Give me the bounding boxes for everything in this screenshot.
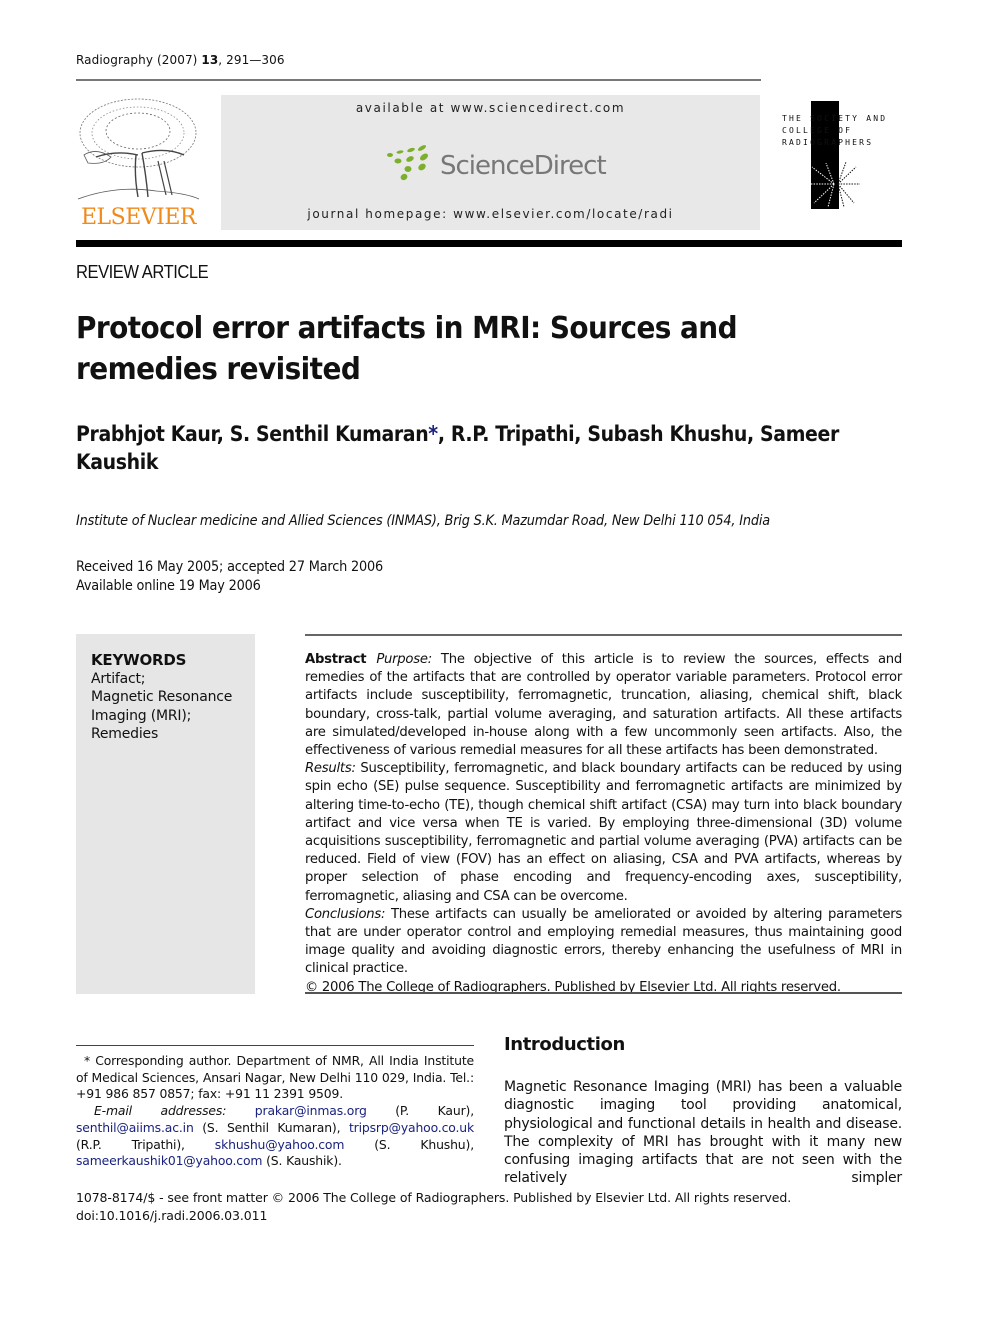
abstract-copyright: © 2006 The College of Radiographers. Pub… bbox=[305, 979, 841, 995]
corresponding-author-marker[interactable]: * bbox=[428, 422, 438, 446]
email-link[interactable]: skhushu@yahoo.com bbox=[215, 1137, 345, 1152]
email-owner: (P. Kaur), bbox=[366, 1103, 474, 1119]
purpose-text: The objective of this article is to revi… bbox=[305, 652, 902, 759]
available-at-link[interactable]: available at www.sciencedirect.com bbox=[221, 101, 760, 115]
affiliation: Institute of Nuclear medicine and Allied… bbox=[76, 513, 770, 529]
keyword-item: Remedies bbox=[91, 726, 159, 742]
email-link[interactable]: tripsrp@yahoo.co.uk bbox=[349, 1120, 474, 1135]
journal-homepage-link[interactable]: journal homepage: www.elsevier.com/locat… bbox=[221, 207, 760, 221]
results-label: Results: bbox=[305, 761, 356, 777]
conclusions-label: Conclusions: bbox=[305, 906, 386, 922]
results-text: Susceptibility, ferromagnetic, and black… bbox=[305, 761, 902, 904]
abstract-label: Abstract bbox=[305, 652, 367, 667]
front-matter-note: 1078-8174/$ - see front matter © 2006 Th… bbox=[76, 1189, 791, 1225]
email-link[interactable]: senthil@aiims.ac.in bbox=[76, 1120, 194, 1135]
elsevier-tree-icon bbox=[77, 98, 200, 200]
sciencedirect-wordmark: ScienceDirect bbox=[440, 151, 607, 181]
sciencedirect-banner: available at www.sciencedirect.com Scien… bbox=[221, 95, 760, 230]
header-divider bbox=[76, 79, 761, 81]
sciencedirect-dots-icon bbox=[387, 145, 429, 181]
abstract-purpose: Abstract Purpose: The objective of this a… bbox=[305, 651, 902, 760]
email-owner: (S. Khushu), bbox=[344, 1136, 474, 1152]
email-owner: (S. Kaushik). bbox=[262, 1153, 342, 1169]
purpose-label: Purpose: bbox=[376, 652, 432, 667]
keywords-box: KEYWORDS Artifact; Magnetic Resonance Im… bbox=[76, 634, 255, 994]
abstract-conclusions: Conclusions: These artifacts can usually… bbox=[305, 906, 902, 979]
sciencedirect-logo[interactable]: ScienceDirect bbox=[386, 145, 607, 185]
issn-line: 1078-8174/$ - see front matter © 2006 Th… bbox=[76, 1190, 792, 1205]
masthead-divider bbox=[76, 240, 902, 247]
keyword-item: Artifact; bbox=[91, 670, 146, 687]
keyword-item: Magnetic Resonance Imaging (MRI); bbox=[91, 689, 233, 724]
keywords-heading: KEYWORDS bbox=[91, 651, 187, 669]
email-link[interactable]: sameerkaushik01@yahoo.com bbox=[76, 1153, 262, 1168]
conclusions-text: These artifacts can usually be ameliorat… bbox=[305, 906, 902, 977]
elsevier-wordmark: ELSEVIER bbox=[80, 205, 197, 230]
citation-pages: , 291—306 bbox=[218, 53, 285, 67]
citation-volume: 13 bbox=[201, 53, 219, 67]
email-label: E-mail addresses: bbox=[94, 1103, 227, 1119]
society-college-radiographers-logo[interactable]: THE SOCIETY AND COLLEGE OF RADIOGRAPHERS bbox=[782, 101, 907, 211]
article-type-label: REVIEW ARTICLE bbox=[76, 262, 209, 282]
email-owner: (R.P. Tripathi), bbox=[76, 1136, 215, 1152]
elsevier-logo[interactable]: ELSEVIER bbox=[76, 95, 201, 230]
authors-first: Prabhjot Kaur, S. Senthil Kumaran bbox=[76, 422, 429, 446]
email-owner: (S. Senthil Kumaran), bbox=[193, 1119, 349, 1135]
abstract: Abstract Purpose: The objective of this a… bbox=[305, 651, 902, 997]
received-date: Received 16 May 2005; accepted 27 March … bbox=[76, 559, 384, 575]
article-title: Protocol error artifacts in MRI: Sources… bbox=[76, 311, 738, 387]
doi[interactable]: doi:10.1016/j.radi.2006.03.011 bbox=[76, 1207, 791, 1225]
article-dates: Received 16 May 2005; accepted 27 March … bbox=[76, 558, 383, 596]
abstract-top-rule bbox=[305, 634, 902, 636]
introduction-paragraph: Magnetic Resonance Imaging (MRI) has bee… bbox=[504, 1079, 902, 1187]
email-link[interactable]: prakar@inmas.org bbox=[255, 1103, 367, 1118]
abstract-bottom-rule bbox=[305, 992, 902, 994]
abstract-results: Results: Susceptibility, ferromagnetic, … bbox=[305, 760, 902, 906]
introduction-heading: Introduction bbox=[504, 1034, 625, 1055]
author-list: Prabhjot Kaur, S. Senthil Kumaran*, R.P.… bbox=[76, 420, 841, 476]
logo-line-1: THE SOCIETY AND bbox=[782, 114, 888, 123]
logo-line-3: RADIOGRAPHERS bbox=[782, 138, 874, 147]
corresponding-address: * Corresponding author. Department of NM… bbox=[76, 1053, 474, 1102]
corresponding-author-footnote: * Corresponding author. Department of NM… bbox=[76, 1053, 474, 1170]
available-online-date: Available online 19 May 2006 bbox=[76, 578, 261, 594]
starburst-icon bbox=[808, 161, 860, 208]
footnote-rule bbox=[76, 1045, 474, 1046]
logo-line-2: COLLEGE OF bbox=[782, 126, 853, 135]
email-addresses: E-mail addresses: prakar@inmas.org (P. K… bbox=[76, 1103, 474, 1170]
journal-citation: Radiography (2007) 13, 291—306 bbox=[76, 53, 285, 67]
citation-journal: Radiography (2007) bbox=[76, 53, 202, 67]
